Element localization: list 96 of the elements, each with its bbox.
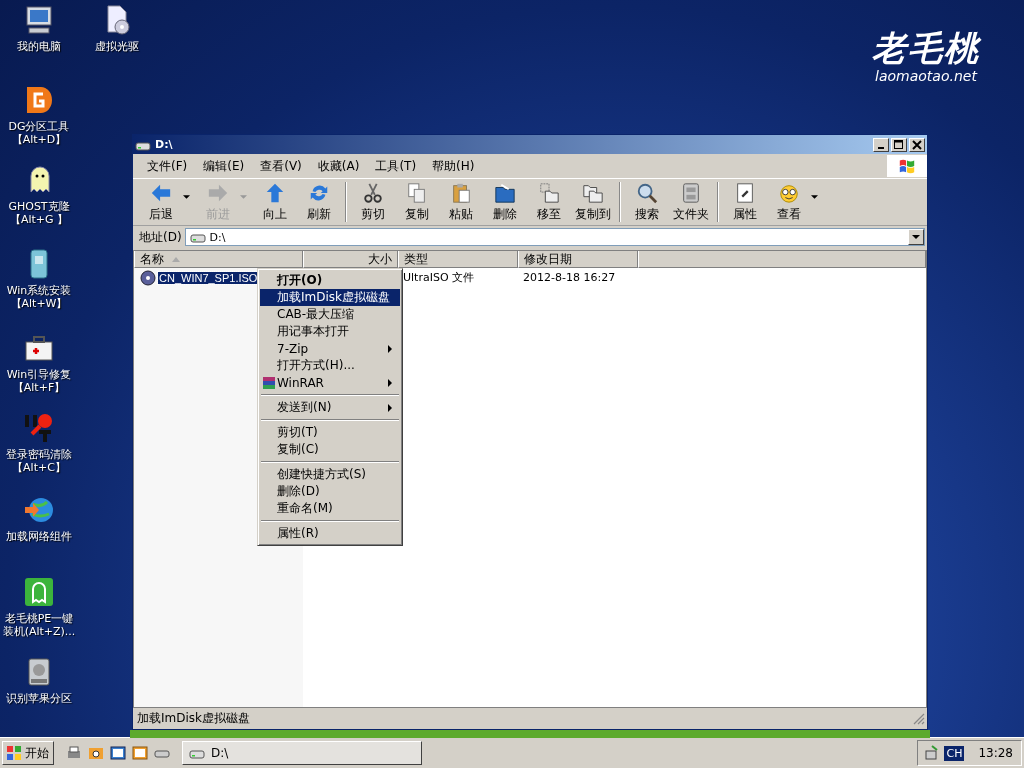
language-indicator[interactable]: CH [944, 745, 965, 761]
close-button[interactable] [909, 137, 925, 152]
toolbar-button[interactable]: 文件夹 [669, 179, 713, 225]
drive-icon [189, 747, 205, 759]
column-header[interactable]: 名称 [134, 251, 303, 268]
menu-item[interactable]: 帮助(H) [424, 157, 483, 175]
maximize-button[interactable] [891, 137, 907, 152]
desktop-icon-label[interactable]: 老毛桃PE一键装机(Alt+Z)... [0, 612, 78, 638]
desktop-icon-label[interactable]: 虚拟光驱 [78, 40, 156, 53]
folder-search-icon[interactable] [88, 745, 104, 761]
dropdown-arrow-icon[interactable] [811, 195, 818, 199]
toolbar-button[interactable]: 删除 [483, 179, 527, 225]
close-icon [912, 139, 922, 150]
desktop-icon-label[interactable]: Win引导修复 [0, 368, 78, 381]
minimize-button[interactable] [873, 137, 889, 152]
toolbar-button[interactable]: 向上 [253, 179, 297, 225]
toolbar-button[interactable]: 搜索 [625, 179, 669, 225]
printer-icon[interactable] [66, 745, 82, 761]
toolbar-button[interactable]: 查看 [767, 179, 811, 225]
window-note-icon[interactable] [132, 745, 148, 761]
desktop-icon-label[interactable]: DG分区工具 [0, 120, 78, 133]
context-menu-item[interactable]: 剪切(T) [260, 424, 400, 441]
desktop-icon-label[interactable]: 识别苹果分区 [0, 692, 78, 705]
desktop-icon-label[interactable]: 登录密码清除 [0, 448, 78, 461]
toolbar-button[interactable]: 复制到 [571, 179, 615, 225]
shortcut-label: 【Alt+C】 [11, 461, 67, 474]
sort-arrow-icon [172, 256, 180, 262]
file-name[interactable]: CN_WIN7_SP1.ISO [158, 271, 259, 284]
caret-icon [912, 235, 920, 239]
drive-icon [189, 231, 206, 243]
column-header[interactable]: 类型 [398, 251, 518, 268]
status-text: 加载ImDisk虚拟磁盘 [137, 710, 251, 727]
toolbar-button[interactable]: 移至 [527, 179, 571, 225]
minimize-icon [878, 146, 884, 149]
toolbar-button[interactable]: 属性 [723, 179, 767, 225]
context-menu-item[interactable]: 属性(R) [260, 525, 400, 542]
logo-title: 老毛桃 [872, 28, 980, 68]
scissors-icon [362, 181, 384, 204]
desktop-icon-label[interactable]: 加载网络组件 [0, 530, 78, 543]
desktop-icon-label[interactable]: 我的电脑 [0, 40, 78, 53]
context-menu-item[interactable]: 打开方式(H)... [260, 357, 400, 374]
resize-grip-icon[interactable] [913, 712, 925, 725]
file-date: 2012-8-18 16:27 [522, 271, 617, 284]
context-menu-item[interactable]: 创建快捷方式(S) [260, 466, 400, 483]
shortcut-label: 【Alt+G 】 [8, 213, 70, 226]
desktop-ghost-badge-icon[interactable] [23, 576, 55, 608]
column-header[interactable]: 修改日期 [518, 251, 638, 268]
menu-item[interactable]: 文件(F) [139, 157, 196, 175]
menu-item[interactable]: 查看(V) [252, 157, 310, 175]
shortcut-label: 【Alt+D】 [10, 133, 68, 146]
context-menu-item[interactable]: WinRAR [260, 374, 400, 391]
context-menu-item[interactable]: CAB-最大压缩 [260, 306, 400, 323]
dropdown-arrow-icon[interactable] [183, 195, 190, 199]
maximize-icon [894, 139, 904, 150]
start-button[interactable]: 开始 [2, 741, 54, 765]
folder-move-icon [538, 181, 560, 204]
context-menu-item[interactable]: 打开(O) [260, 272, 400, 289]
taskbar-window-button[interactable]: D:\ [182, 741, 422, 765]
menu-item[interactable]: 编辑(E) [195, 157, 253, 175]
window-title: D:\ [155, 138, 174, 151]
context-menu-item[interactable]: 用记事本打开 [260, 323, 400, 340]
window-icon[interactable] [110, 745, 126, 761]
cabinet-icon [680, 181, 702, 204]
menu-item[interactable]: 收藏(A) [309, 157, 368, 175]
context-menu-item[interactable]: 加载ImDisk虚拟磁盘 [260, 289, 400, 306]
books-icon [262, 375, 276, 390]
shortcut-label: 【Alt+F】 [11, 381, 67, 394]
desktop-key-icon[interactable] [23, 412, 55, 444]
shortcut-label: 【Alt+W】 [9, 297, 69, 310]
logo-site: laomaotao.net [875, 68, 977, 84]
folder-x-icon [494, 181, 516, 204]
toolbar-button[interactable]: 粘贴 [439, 179, 483, 225]
windows-logo-icon [7, 746, 21, 760]
clipboard-icon [450, 181, 472, 204]
toolbar-button[interactable]: 复制 [395, 179, 439, 225]
desktop-icon-label[interactable]: Win系统安装 [0, 284, 78, 297]
address-field[interactable]: D:\ [184, 228, 925, 246]
copy-icon [406, 181, 428, 204]
toolbar-button[interactable]: 剪切 [351, 179, 395, 225]
desktop-icon-label[interactable]: GHOST克隆 [0, 200, 78, 213]
context-menu-item[interactable]: 7-Zip [260, 340, 400, 357]
clock: 13:28 [978, 746, 1013, 760]
context-menu-item[interactable]: 复制(C) [260, 441, 400, 458]
context-menu-item[interactable]: 删除(D) [260, 483, 400, 500]
up-arrow-icon [264, 181, 286, 204]
context-menu-item[interactable]: 重命名(M) [260, 500, 400, 517]
search-icon [636, 181, 658, 204]
menu-item[interactable]: 工具(T) [367, 157, 425, 175]
column-header[interactable]: 大小 [303, 251, 398, 268]
desktop-computer-icon[interactable] [23, 4, 55, 36]
context-menu-item[interactable]: 发送到(N) [260, 399, 400, 416]
toolbar-button[interactable]: 后退 [139, 179, 183, 225]
toolbar-button[interactable]: 刷新 [297, 179, 341, 225]
file-type: UltraISO 文件 [402, 270, 476, 285]
address-dropdown-button[interactable] [908, 229, 924, 245]
address-label: 地址(D) [139, 228, 182, 246]
